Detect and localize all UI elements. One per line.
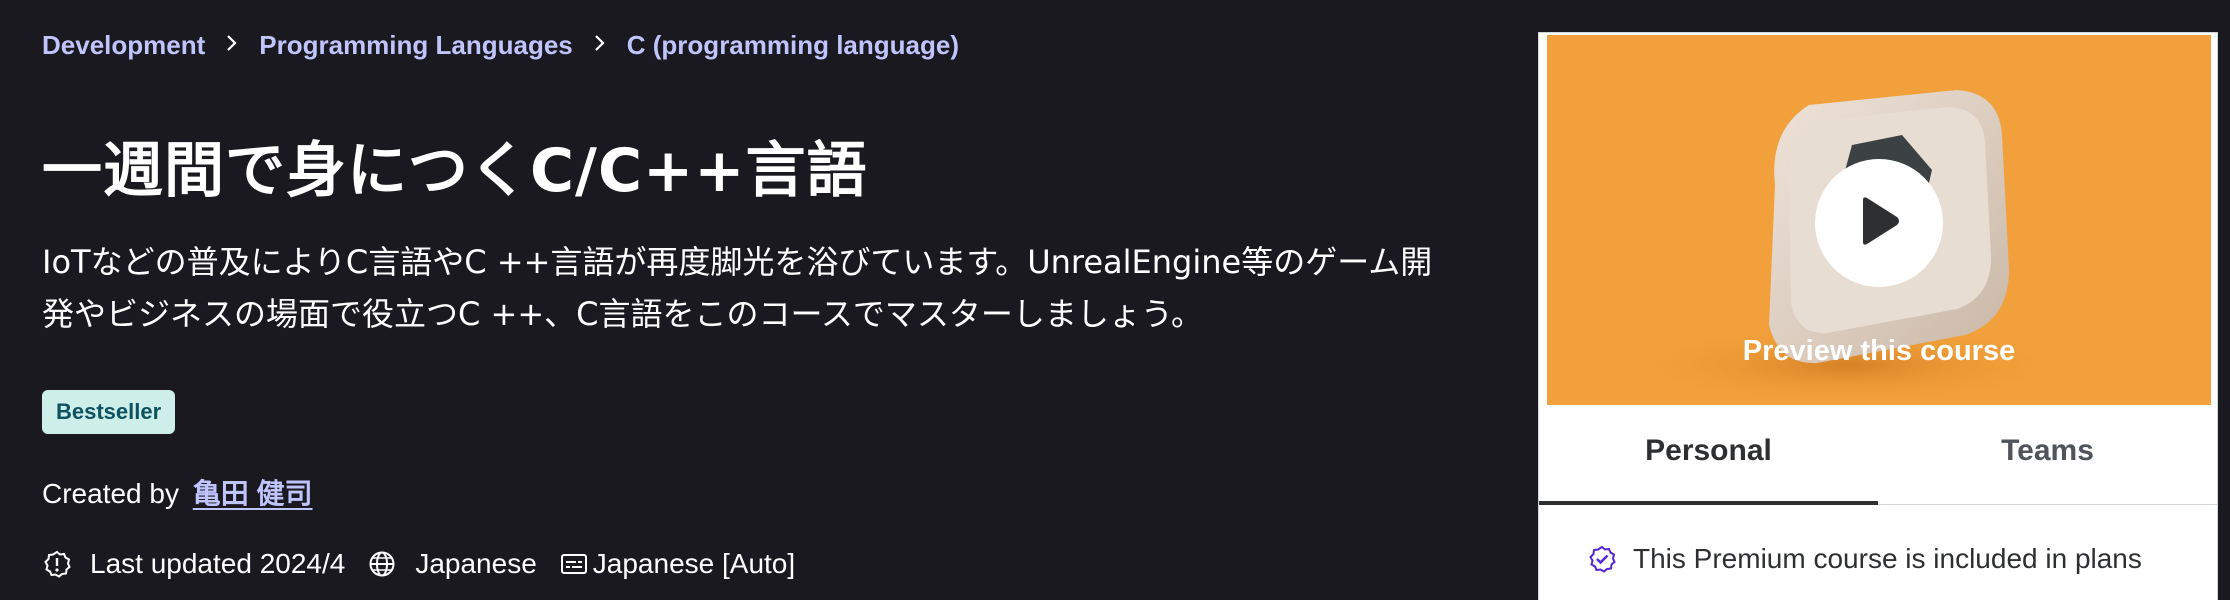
course-captions: Japanese [Auto] (559, 548, 795, 580)
plan-tabs: Personal Teams (1539, 405, 2217, 505)
bestseller-badge: Bestseller (42, 390, 176, 434)
breadcrumb: Development Programming Languages C (pro… (42, 30, 959, 61)
premium-included-note: This Premium course is included in plans (1587, 543, 2142, 575)
course-language: Japanese (367, 548, 537, 580)
chevron-right-icon (225, 32, 239, 60)
premium-check-icon (1587, 544, 1617, 574)
course-title: 一週間で身につくC/C++言語 (42, 136, 868, 206)
course-meta: Last updated 2024/4 Japanese Japanese [A… (42, 548, 817, 580)
globe-icon (367, 549, 397, 579)
course-landing-header: Development Programming Languages C (pro… (0, 0, 2230, 600)
closed-captions-icon (559, 549, 589, 579)
play-icon (1857, 196, 1901, 250)
tab-personal[interactable]: Personal (1539, 405, 1878, 505)
instructor-link[interactable]: 亀田 健司 (193, 478, 313, 509)
created-by: Created by 亀田 健司 (42, 472, 313, 512)
course-preview[interactable]: Preview this course (1547, 35, 2211, 405)
purchase-card: Preview this course Personal Teams This … (1538, 32, 2218, 600)
breadcrumb-item-c-language[interactable]: C (programming language) (627, 30, 959, 61)
alert-badge-icon (42, 549, 72, 579)
chevron-right-icon (593, 32, 607, 60)
included-text: This Premium course is included in plans (1633, 543, 2142, 574)
created-by-label: Created by (42, 478, 179, 509)
last-updated-text: Last updated 2024/4 (90, 548, 346, 579)
play-button[interactable] (1815, 159, 1943, 287)
course-subtitle: IoTなどの普及によりC言語やC ++言語が再度脚光を浴びています。Unreal… (42, 243, 1433, 333)
breadcrumb-item-development[interactable]: Development (42, 30, 205, 61)
captions-text: Japanese [Auto] (592, 548, 796, 579)
breadcrumb-item-programming-languages[interactable]: Programming Languages (259, 30, 573, 61)
last-updated: Last updated 2024/4 (42, 548, 345, 580)
tab-teams[interactable]: Teams (1878, 405, 2217, 504)
preview-label: Preview this course (1742, 335, 2016, 367)
language-text: Japanese (415, 548, 537, 579)
